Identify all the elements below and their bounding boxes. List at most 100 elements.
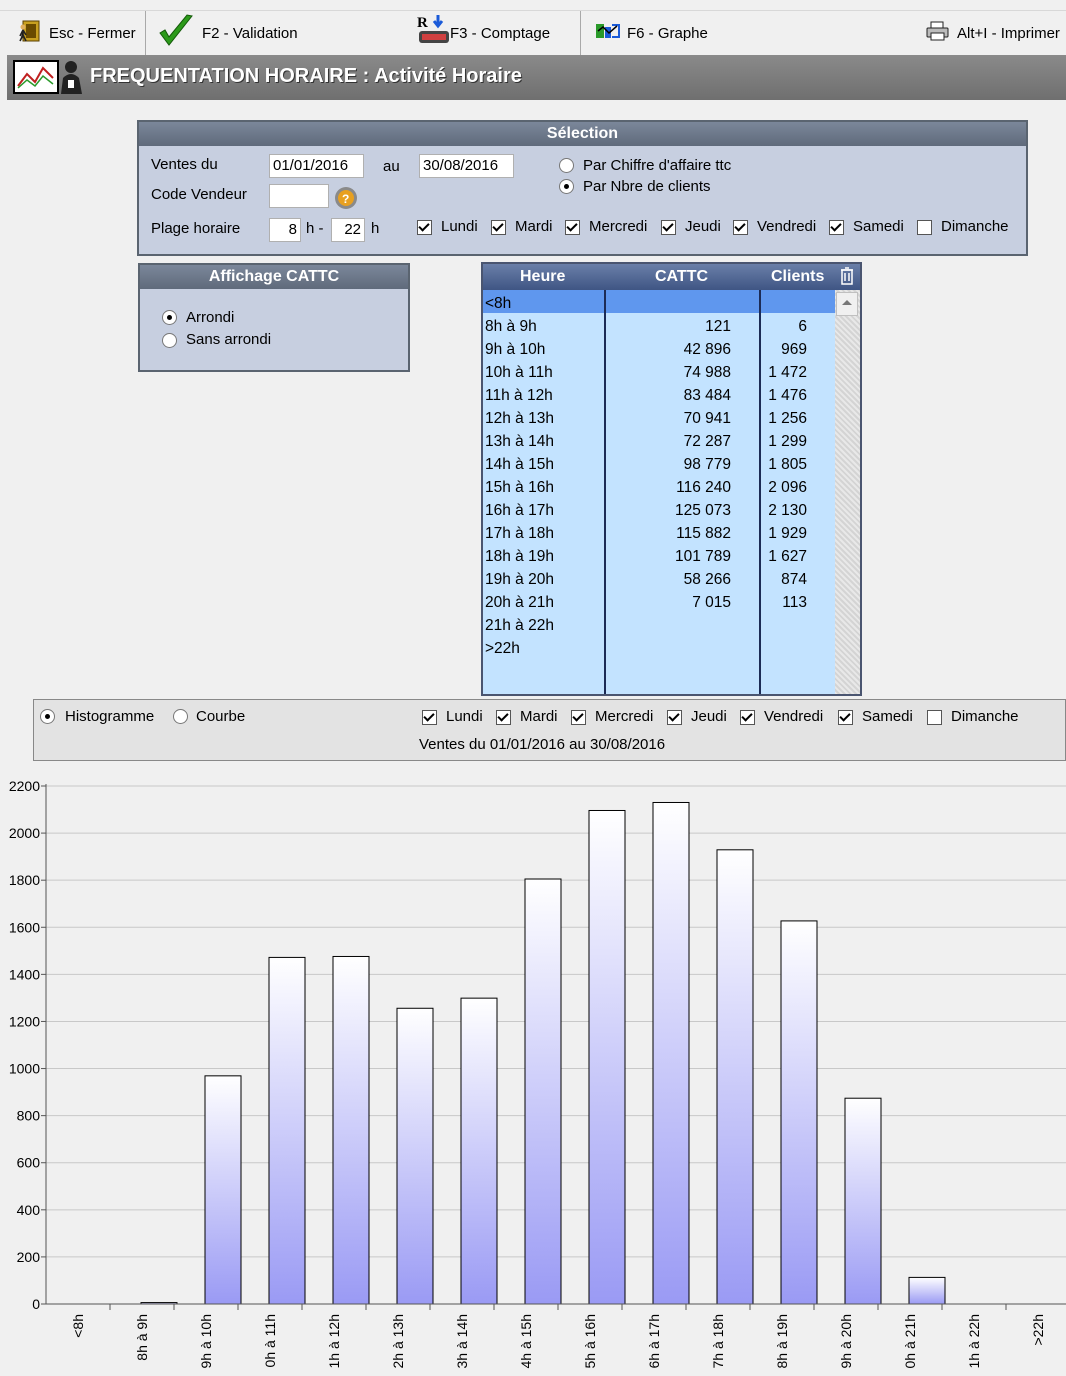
x-tick-label: 9h à 20h [838,1314,854,1369]
table-row[interactable]: 21h à 22h [483,614,835,637]
table-row[interactable]: 12h à 13h 70 941 1 256 [483,407,835,430]
table-row[interactable]: 17h à 18h 115 882 1 929 [483,522,835,545]
cell-hour: 13h à 14h [485,433,554,450]
help-icon[interactable]: ? [333,185,359,211]
day-checkbox-4[interactable] [740,710,755,725]
y-tick-label: 1000 [9,1061,40,1077]
cell-cattc: 42 896 [683,341,731,358]
column-header-clients[interactable]: Clients [771,268,824,286]
y-tick-label: 1200 [9,1013,40,1029]
column-header-cattc[interactable]: CATTC [655,268,708,286]
column-header-hour[interactable]: Heure [520,268,565,286]
column-chooser-icon[interactable] [840,267,854,290]
register-count-icon: R [416,14,452,52]
table-row[interactable]: 9h à 10h 42 896 969 [483,338,835,361]
day-label: Samedi [862,708,913,725]
seller-code-label: Code Vendeur [151,186,247,203]
table-row[interactable]: 18h à 19h 101 789 1 627 [483,545,835,568]
day-checkbox-6[interactable] [917,220,932,235]
y-tick-label: 2200 [9,778,40,794]
y-tick-label: 1400 [9,966,40,982]
day-checkbox-3[interactable] [667,710,682,725]
table-row[interactable]: 13h à 14h 72 287 1 299 [483,430,835,453]
cell-hour: 16h à 17h [485,502,554,519]
bar[interactable] [204,1075,242,1305]
bar[interactable] [524,878,562,1305]
checkmark-icon [156,13,196,53]
by-revenue-radio[interactable] [559,158,574,173]
day-checkbox-1[interactable] [496,710,511,725]
day-checkbox-3[interactable] [661,220,676,235]
bar[interactable] [332,955,370,1305]
table-row[interactable]: 15h à 16h 116 240 2 096 [483,476,835,499]
histogram-radio[interactable] [40,709,55,724]
printer-icon [925,20,951,46]
day-label: Mardi [515,218,553,235]
day-checkbox-0[interactable] [422,710,437,725]
by-clients-radio[interactable] [559,179,574,194]
count-button[interactable]: R F3 - Comptage [412,11,581,55]
day-checkbox-4[interactable] [733,220,748,235]
y-tick-label: 200 [17,1249,41,1265]
bar[interactable] [268,956,306,1305]
cell-hour: >22h [485,640,520,657]
day-label: Mercredi [589,218,648,235]
chart-options-bar: Histogramme Courbe Lundi Mardi Mercredi Jeu… [33,699,1066,761]
bar[interactable] [396,1007,434,1305]
y-tick-label: 1800 [9,872,40,888]
x-tick-label: 3h à 14h [454,1314,470,1369]
curve-radio[interactable] [173,709,188,724]
table-row[interactable]: 16h à 17h 125 073 2 130 [483,499,835,522]
day-label: Dimanche [951,708,1019,725]
selection-panel: Sélection Ventes du 01/01/2016 au 30/08/… [137,120,1028,256]
cell-hour: 12h à 13h [485,410,554,427]
table-scrollbar[interactable] [835,290,860,694]
scroll-up-button[interactable] [836,292,858,316]
table-row[interactable]: >22h [483,637,835,660]
graph-button[interactable]: F6 - Graphe [581,11,911,55]
cell-cattc: 83 484 [683,387,731,404]
bar[interactable] [716,849,754,1305]
bar[interactable] [908,1276,946,1305]
bar[interactable] [652,801,690,1305]
table-row[interactable]: 14h à 15h 98 779 1 805 [483,453,835,476]
bar[interactable] [844,1097,882,1305]
day-checkbox-1[interactable] [491,220,506,235]
day-checkbox-6[interactable] [927,710,942,725]
table-row[interactable]: 19h à 20h 58 266 874 [483,568,835,591]
cell-cattc: 115 882 [676,525,731,542]
rounded-radio[interactable] [162,310,177,325]
table-row[interactable]: 11h à 12h 83 484 1 476 [483,384,835,407]
seller-code-input[interactable] [269,184,329,208]
day-checkbox-2[interactable] [571,710,586,725]
bar[interactable] [780,920,818,1305]
bar[interactable] [588,809,626,1305]
date-to-input[interactable]: 30/08/2016 [419,154,514,178]
y-tick-label: 600 [17,1155,41,1171]
table-row[interactable]: 8h à 9h 121 6 [483,315,835,338]
bar[interactable] [460,997,498,1305]
cell-clients: 1 805 [768,456,807,473]
sales-from-label: Ventes du [151,156,218,173]
x-tick-label: 1h à 22h [966,1314,982,1369]
table-row[interactable]: 20h à 21h 7 015 113 [483,591,835,614]
date-from-input[interactable]: 01/01/2016 [269,154,364,178]
day-checkbox-0[interactable] [417,220,432,235]
toolbar: Esc - Fermer F2 - Validation R F3 - Comp… [0,10,1066,56]
x-tick-label: <8h [70,1314,86,1338]
validate-button-label: F2 - Validation [202,24,298,42]
table-row[interactable]: <8h [483,292,835,315]
day-checkbox-2[interactable] [565,220,580,235]
hour-from-input[interactable]: 8 [269,218,301,242]
print-button[interactable]: Alt+I - Imprimer [921,11,1066,55]
close-button[interactable]: Esc - Fermer [7,11,146,55]
x-tick-label: 9h à 10h [198,1314,214,1369]
not-rounded-radio[interactable] [162,333,177,348]
table-row[interactable]: 10h à 11h 74 988 1 472 [483,361,835,384]
day-checkbox-5[interactable] [838,710,853,725]
x-tick-label: 0h à 11h [262,1314,278,1367]
hour-to-input[interactable]: 22 [331,218,365,242]
day-checkbox-5[interactable] [829,220,844,235]
day-label: Vendredi [757,218,817,235]
cell-hour: <8h [485,295,512,312]
